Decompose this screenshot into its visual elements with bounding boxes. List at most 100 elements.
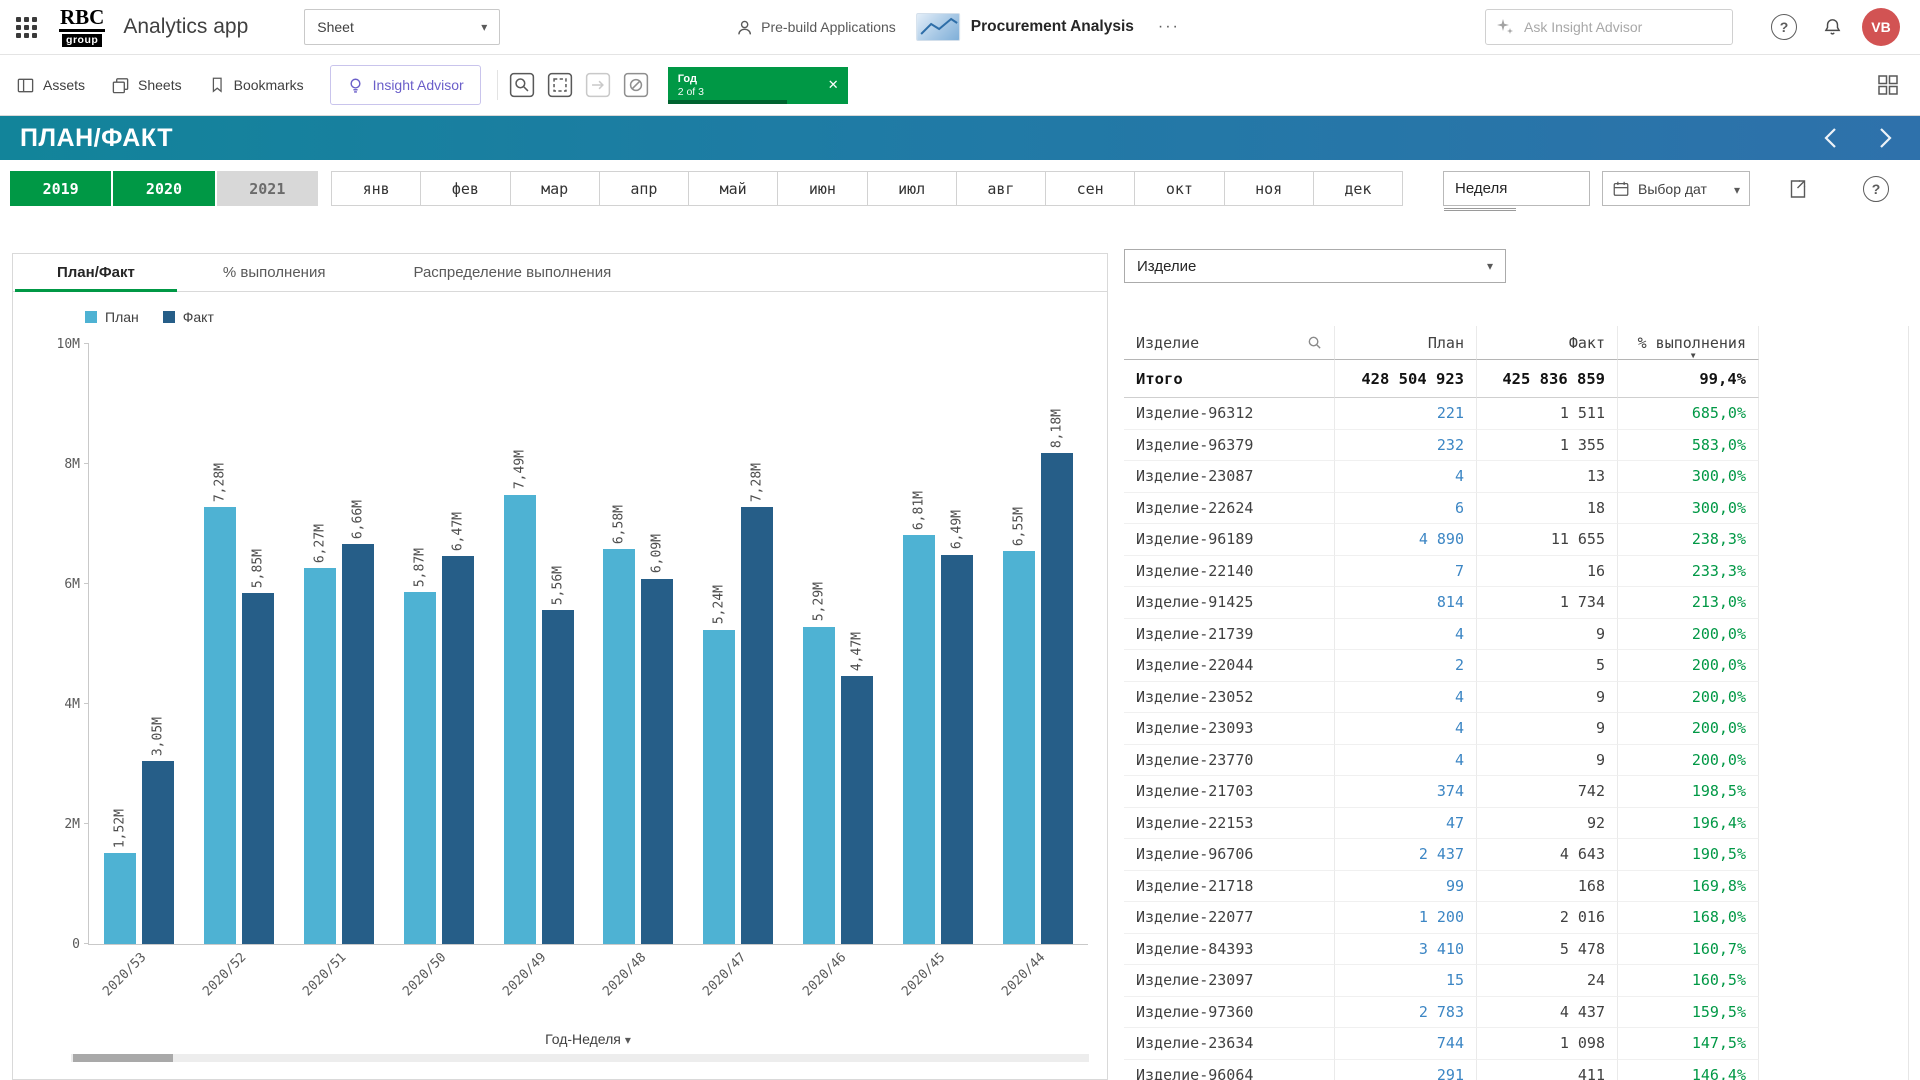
month-button-авг[interactable]: авг — [956, 171, 1046, 206]
week-filter[interactable]: Неделя — [1443, 171, 1590, 206]
x-axis-label-2020/53[interactable]: 2020/53 — [100, 950, 149, 999]
fact-cell[interactable]: 1 511 — [1477, 398, 1618, 430]
column-search-icon[interactable] — [1307, 335, 1322, 350]
app-menu-icon[interactable] — [16, 17, 37, 38]
sheets-button[interactable]: Sheets — [111, 76, 182, 95]
plan-cell[interactable]: 4 — [1335, 619, 1477, 651]
pct-cell[interactable]: 685,0% — [1618, 398, 1759, 430]
chart-tab-2[interactable]: Распределение выполнения — [369, 254, 655, 291]
product-cell[interactable]: Изделие-23087 — [1124, 461, 1335, 493]
fact-cell[interactable]: 13 — [1477, 461, 1618, 493]
bar-Факт-2020/50[interactable]: 6,47M — [442, 556, 474, 944]
help-icon[interactable] — [1771, 14, 1797, 40]
product-cell[interactable]: Изделие-96706 — [1124, 839, 1335, 871]
pct-cell[interactable]: 233,3% — [1618, 556, 1759, 588]
sheet-selector[interactable]: Sheet — [304, 9, 500, 45]
sheet-overview-icon[interactable] — [1876, 73, 1900, 97]
product-cell[interactable]: Изделие-22044 — [1124, 650, 1335, 682]
pct-cell[interactable]: 160,7% — [1618, 934, 1759, 966]
bar-План-2020/45[interactable]: 6,81M — [903, 535, 935, 944]
fact-cell[interactable]: 1 098 — [1477, 1028, 1618, 1060]
fact-cell[interactable]: 9 — [1477, 745, 1618, 777]
next-sheet-icon[interactable] — [1879, 127, 1892, 149]
bookmarks-button[interactable]: Bookmarks — [208, 76, 304, 94]
month-button-ноя[interactable]: ноя — [1224, 171, 1314, 206]
product-cell[interactable]: Изделие-22624 — [1124, 493, 1335, 525]
smart-search-icon[interactable] — [509, 72, 536, 99]
bar-План-2020/52[interactable]: 7,28M — [204, 507, 236, 944]
product-cell[interactable]: Изделие-22140 — [1124, 556, 1335, 588]
bar-План-2020/47[interactable]: 5,24M — [703, 630, 735, 944]
plan-cell[interactable]: 6 — [1335, 493, 1477, 525]
pct-cell[interactable]: 238,3% — [1618, 524, 1759, 556]
plan-cell[interactable]: 221 — [1335, 398, 1477, 430]
pct-cell[interactable]: 200,0% — [1618, 745, 1759, 777]
fact-cell[interactable]: 18 — [1477, 493, 1618, 525]
fact-cell[interactable]: 9 — [1477, 619, 1618, 651]
bar-Факт-2020/49[interactable]: 5,56M — [542, 610, 574, 944]
bar-План-2020/53[interactable]: 1,52M — [104, 853, 136, 944]
year-button-2019[interactable]: 2019 — [10, 171, 111, 206]
plan-cell[interactable]: 7 — [1335, 556, 1477, 588]
plan-cell[interactable]: 374 — [1335, 776, 1477, 808]
plan-cell[interactable]: 1 200 — [1335, 902, 1477, 934]
chip-close-icon[interactable] — [828, 77, 839, 93]
fact-cell[interactable]: 4 643 — [1477, 839, 1618, 871]
fact-cell[interactable]: 24 — [1477, 965, 1618, 997]
product-cell[interactable]: Изделие-23770 — [1124, 745, 1335, 777]
assets-button[interactable]: Assets — [16, 76, 85, 95]
fact-cell[interactable]: 9 — [1477, 682, 1618, 714]
export-selections-icon[interactable] — [1783, 174, 1813, 204]
product-cell[interactable]: Изделие-21718 — [1124, 871, 1335, 903]
bar-План-2020/49[interactable]: 7,49M — [504, 495, 536, 944]
table-header-0[interactable]: Изделие — [1124, 326, 1335, 360]
pct-cell[interactable]: 300,0% — [1618, 461, 1759, 493]
bar-Факт-2020/48[interactable]: 6,09M — [641, 579, 673, 944]
selections-tool-icon[interactable] — [547, 72, 574, 99]
x-axis-label-2020/47[interactable]: 2020/47 — [700, 950, 749, 999]
product-cell[interactable]: Изделие-96312 — [1124, 398, 1335, 430]
fact-cell[interactable]: 5 478 — [1477, 934, 1618, 966]
pct-cell[interactable]: 190,5% — [1618, 839, 1759, 871]
pct-cell[interactable]: 200,0% — [1618, 619, 1759, 651]
product-cell[interactable]: Изделие-91425 — [1124, 587, 1335, 619]
chart-tab-1[interactable]: % выполнения — [179, 254, 370, 291]
pct-cell[interactable]: 159,5% — [1618, 997, 1759, 1029]
product-cell[interactable]: Изделие-84393 — [1124, 934, 1335, 966]
plan-cell[interactable]: 15 — [1335, 965, 1477, 997]
x-axis-label-2020/45[interactable]: 2020/45 — [899, 950, 948, 999]
fact-cell[interactable]: 9 — [1477, 713, 1618, 745]
dimension-selector[interactable]: Изделие — [1124, 249, 1506, 283]
chart-scrollbar-thumb[interactable] — [73, 1054, 173, 1062]
product-cell[interactable]: Изделие-23052 — [1124, 682, 1335, 714]
selection-chip-year[interactable]: Год 2 of 3 — [668, 67, 848, 104]
more-menu[interactable]: ··· — [1154, 18, 1184, 36]
bar-План-2020/44[interactable]: 6,55M — [1003, 551, 1035, 944]
x-axis-label-2020/50[interactable]: 2020/50 — [400, 950, 449, 999]
fact-cell[interactable]: 92 — [1477, 808, 1618, 840]
search-input[interactable] — [1485, 9, 1733, 45]
fact-cell[interactable]: 1 355 — [1477, 430, 1618, 462]
year-button-2020[interactable]: 2020 — [113, 171, 214, 206]
product-cell[interactable]: Изделие-23093 — [1124, 713, 1335, 745]
month-button-мар[interactable]: мар — [510, 171, 600, 206]
plan-cell[interactable]: 232 — [1335, 430, 1477, 462]
notifications-icon[interactable] — [1821, 16, 1844, 39]
month-button-окт[interactable]: окт — [1134, 171, 1224, 206]
month-button-апр[interactable]: апр — [599, 171, 689, 206]
plan-cell[interactable]: 4 — [1335, 682, 1477, 714]
product-cell[interactable]: Изделие-21703 — [1124, 776, 1335, 808]
bar-Факт-2020/52[interactable]: 5,85M — [242, 593, 274, 944]
prev-sheet-icon[interactable] — [1824, 127, 1837, 149]
product-cell[interactable]: Изделие-96064 — [1124, 1060, 1335, 1080]
pct-cell[interactable]: 200,0% — [1618, 650, 1759, 682]
x-axis-label-2020/46[interactable]: 2020/46 — [800, 950, 849, 999]
product-cell[interactable]: Изделие-21739 — [1124, 619, 1335, 651]
pct-cell[interactable]: 200,0% — [1618, 682, 1759, 714]
product-cell[interactable]: Изделие-96189 — [1124, 524, 1335, 556]
plan-cell[interactable]: 2 437 — [1335, 839, 1477, 871]
product-cell[interactable]: Изделие-97360 — [1124, 997, 1335, 1029]
pct-cell[interactable]: 147,5% — [1618, 1028, 1759, 1060]
fact-cell[interactable]: 16 — [1477, 556, 1618, 588]
clear-selections-icon[interactable] — [623, 72, 650, 99]
